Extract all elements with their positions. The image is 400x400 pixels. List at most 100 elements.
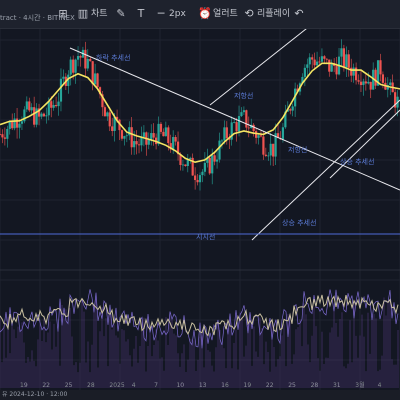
candle	[240, 107, 243, 118]
candle	[86, 49, 89, 72]
candle	[262, 130, 265, 160]
time-tick-label: 28	[311, 382, 319, 389]
candle	[3, 127, 6, 146]
candle	[91, 60, 94, 91]
time-tick-label: 10	[176, 382, 184, 389]
candle	[340, 39, 343, 68]
time-tick-label: 13	[199, 382, 207, 389]
candle	[67, 70, 70, 94]
text-icon: T	[137, 7, 145, 20]
candle	[106, 111, 109, 121]
toolbar: ⊞ ▥ 차트 ✎ T ─ 2px ⏰ 얼러트 ⟲ 리플레이 ↶ tract · 4시간 · BITIN…	[0, 0, 400, 29]
candle	[140, 126, 143, 152]
candle	[274, 123, 277, 166]
candle	[135, 130, 138, 155]
toolbar-item-label: 차트	[91, 9, 108, 19]
symbol-info[interactable]: tract · 4시간 · BITINEX	[0, 13, 75, 23]
candle	[42, 112, 46, 117]
candle	[294, 82, 297, 118]
candle	[103, 105, 106, 117]
candle	[330, 59, 333, 72]
candle	[374, 67, 377, 89]
candle	[208, 155, 211, 175]
candle	[245, 109, 248, 132]
candle	[162, 128, 165, 137]
candle	[369, 81, 372, 99]
time-tick-label: 19	[244, 382, 252, 389]
candle	[311, 54, 314, 69]
candle	[0, 127, 2, 136]
chart-icon: ▥	[77, 7, 89, 20]
candle	[164, 121, 167, 137]
candle	[308, 53, 311, 73]
candle	[174, 135, 177, 146]
upper-label[interactable]: 저항선	[288, 145, 307, 154]
candle	[45, 107, 48, 124]
candle	[94, 63, 97, 86]
time-tick-label: 3월	[355, 381, 364, 389]
candle	[6, 125, 9, 148]
candle	[391, 74, 394, 93]
candle	[384, 77, 387, 90]
time-tick-label: 28	[87, 382, 95, 389]
candle	[152, 123, 155, 146]
candle	[40, 112, 43, 120]
alert-icon: ⏰	[198, 7, 212, 20]
candle	[357, 74, 360, 85]
toolbar-item-label: 2px	[169, 9, 186, 19]
resistance-label[interactable]: 저항선	[234, 91, 253, 100]
breakout-label[interactable]: 상승 추세선	[340, 157, 374, 166]
time-tick-label: 16	[221, 382, 229, 389]
candle	[328, 59, 331, 77]
candle	[272, 143, 275, 167]
candle	[289, 107, 292, 115]
candle	[215, 149, 219, 169]
candle	[284, 104, 287, 129]
candle	[89, 57, 92, 62]
candle	[315, 51, 319, 67]
candle	[33, 96, 36, 128]
candle	[362, 78, 365, 96]
candle	[372, 62, 375, 90]
time-tick-label: 4	[132, 382, 136, 389]
candle	[194, 167, 197, 190]
time-info: 유 2024-12-10 · 12:00	[2, 391, 68, 398]
candle	[15, 107, 19, 139]
candle	[184, 164, 187, 167]
price-chart[interactable]: 하락 추세선 저항선 저항선 상승 추세선 상승 추세선 지지선 19 22 25 2…	[0, 0, 400, 400]
candle	[242, 106, 246, 115]
candle	[69, 56, 72, 86]
candle	[191, 153, 194, 176]
candle	[54, 96, 58, 108]
time-tick-label: 22	[266, 382, 274, 389]
candle	[28, 97, 31, 113]
candle	[123, 135, 126, 146]
candle	[379, 53, 382, 82]
candle	[30, 103, 33, 115]
support-label[interactable]: 지지선	[196, 232, 215, 241]
time-tick-label: 2025	[109, 382, 124, 389]
candle	[128, 121, 131, 141]
time-tick-label: 31	[333, 382, 341, 389]
time-tick-label: 4	[378, 382, 382, 389]
candle	[176, 131, 180, 161]
candle	[320, 48, 324, 64]
uptrend-line[interactable]	[251, 99, 400, 241]
candle	[364, 73, 367, 91]
candle	[57, 92, 60, 116]
candle	[333, 58, 336, 73]
candle	[198, 172, 202, 191]
uptrend-label[interactable]: 상승 추세선	[282, 218, 316, 227]
candle	[169, 134, 172, 153]
replay-icon: ⟲	[244, 7, 254, 20]
candle	[76, 46, 80, 67]
downtrend-label[interactable]: 하락 추세선	[96, 53, 130, 62]
candle	[130, 117, 133, 155]
candle	[52, 100, 55, 111]
candlesticks	[0, 39, 399, 191]
candle	[291, 103, 294, 117]
time-tick-label: 7	[154, 382, 158, 389]
time-tick-label: 22	[42, 382, 50, 389]
candle	[120, 129, 124, 141]
candle	[137, 138, 141, 154]
